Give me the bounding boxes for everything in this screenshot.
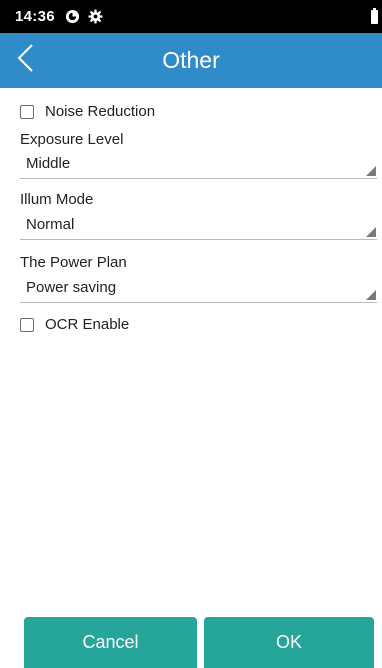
ocr-enable-checkbox[interactable]: OCR Enable xyxy=(20,316,129,333)
power-plan-dropdown[interactable]: Power saving xyxy=(20,277,377,303)
illum-mode-value: Normal xyxy=(26,216,75,233)
exposure-level-dropdown[interactable]: Middle xyxy=(20,153,377,179)
power-plan-label: The Power Plan xyxy=(20,254,127,271)
noise-reduction-label: Noise Reduction xyxy=(45,103,156,120)
ocr-enable-label: OCR Enable xyxy=(45,316,130,333)
dropdown-triangle-icon xyxy=(366,290,376,300)
noise-reduction-checkbox[interactable]: Noise Reduction xyxy=(20,103,155,120)
page-title: Other xyxy=(162,47,220,73)
checkbox-icon xyxy=(20,317,34,332)
data-saver-icon xyxy=(65,9,80,24)
power-plan-value: Power saving xyxy=(26,279,117,296)
battery-icon xyxy=(371,8,378,24)
exposure-level-label: Exposure Level xyxy=(20,131,124,148)
ok-button[interactable]: OK xyxy=(204,617,374,668)
dropdown-triangle-icon xyxy=(366,227,376,237)
settings-gear-icon xyxy=(88,9,103,24)
illum-mode-label: Illum Mode xyxy=(20,191,94,208)
cancel-button[interactable]: Cancel xyxy=(24,617,197,668)
illum-mode-dropdown[interactable]: Normal xyxy=(20,214,377,240)
exposure-level-value: Middle xyxy=(26,155,71,172)
status-time: 14:36 xyxy=(15,8,55,25)
status-bar: 14:36 xyxy=(0,0,382,33)
app-bar: Other xyxy=(0,33,382,88)
dropdown-triangle-icon xyxy=(366,166,376,176)
checkbox-icon xyxy=(20,104,34,119)
